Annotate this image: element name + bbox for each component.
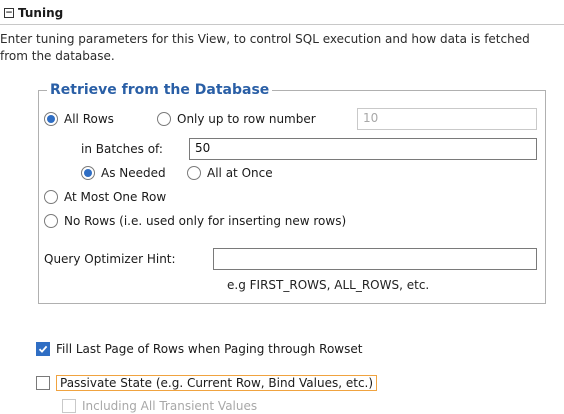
- all-rows-option[interactable]: All Rows: [44, 112, 114, 126]
- only-up-to-label: Only up to row number: [177, 112, 316, 126]
- hint-label: Query Optimizer Hint:: [44, 252, 176, 266]
- at-most-one-radio[interactable]: [44, 190, 58, 204]
- at-most-one-option[interactable]: At Most One Row: [44, 190, 166, 204]
- hint-example-text: e.g FIRST_ROWS, ALL_ROWS, etc.: [227, 278, 430, 292]
- as-needed-label: As Needed: [101, 166, 166, 180]
- collapse-minus-icon[interactable]: −: [4, 8, 14, 18]
- at-most-one-label: At Most One Row: [64, 190, 167, 204]
- check-icon: [38, 345, 48, 353]
- batches-field[interactable]: 50: [189, 138, 537, 160]
- fill-last-page-label: Fill Last Page of Rows when Paging throu…: [56, 342, 363, 356]
- batches-label: in Batches of:: [81, 142, 163, 156]
- section-title: Tuning: [18, 6, 64, 20]
- fill-last-page-checkbox[interactable]: [36, 342, 50, 356]
- all-rows-label: All Rows: [64, 112, 114, 126]
- section-header-tuning[interactable]: − Tuning: [4, 6, 63, 20]
- passivate-option[interactable]: Passivate State (e.g. Current Row, Bind …: [36, 375, 378, 391]
- retrieve-group-legend: Retrieve from the Database: [50, 82, 270, 98]
- all-at-once-option[interactable]: All at Once: [187, 166, 273, 180]
- optimizer-hint-input[interactable]: [213, 248, 537, 270]
- only-up-to-option[interactable]: Only up to row number: [157, 112, 316, 126]
- section-divider: [0, 24, 564, 25]
- transient-option[interactable]: Including All Transient Values: [62, 399, 257, 413]
- as-needed-option[interactable]: As Needed: [81, 166, 166, 180]
- no-rows-option[interactable]: No Rows (i.e. used only for inserting ne…: [44, 214, 346, 228]
- no-rows-radio[interactable]: [44, 214, 58, 228]
- all-at-once-radio[interactable]: [187, 166, 201, 180]
- section-description: Enter tuning parameters for this View, t…: [0, 32, 530, 63]
- transient-label: Including All Transient Values: [82, 399, 258, 413]
- passivate-checkbox[interactable]: [36, 376, 50, 390]
- retrieve-group: Retrieve from the Database All Rows Only…: [38, 82, 546, 304]
- passivate-label: Passivate State (e.g. Current Row, Bind …: [56, 375, 378, 391]
- fill-last-page-option[interactable]: Fill Last Page of Rows when Paging throu…: [36, 342, 362, 356]
- all-at-once-label: All at Once: [207, 166, 273, 180]
- no-rows-label: No Rows (i.e. used only for inserting ne…: [64, 214, 347, 228]
- transient-checkbox[interactable]: [62, 399, 76, 413]
- only-up-to-radio[interactable]: [157, 112, 171, 126]
- row-number-field[interactable]: 10: [357, 108, 537, 130]
- as-needed-radio[interactable]: [81, 166, 95, 180]
- all-rows-radio[interactable]: [44, 112, 58, 126]
